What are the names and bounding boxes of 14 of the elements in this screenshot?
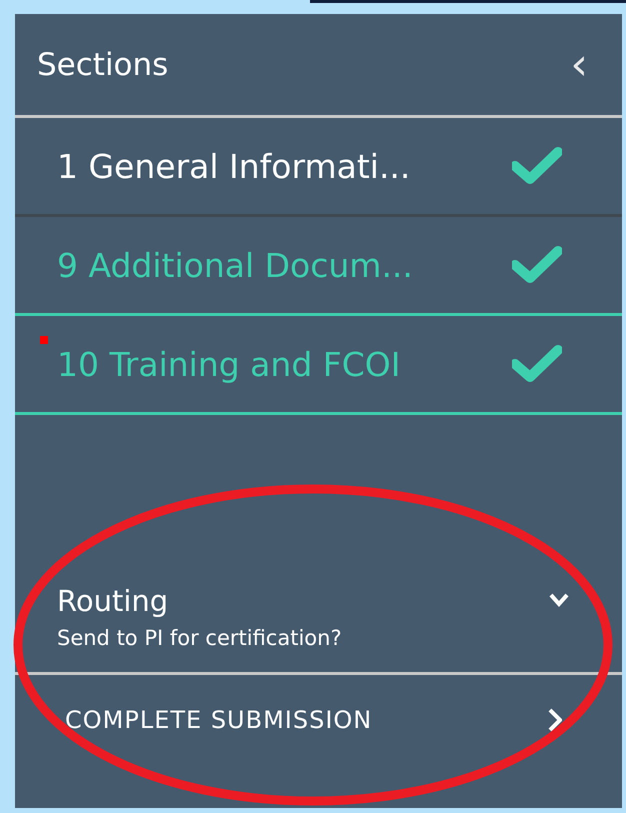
- routing-subtitle: Send to PI for certification?: [57, 626, 342, 650]
- section-label: 9 Additional Docum...: [57, 246, 414, 284]
- panel-title: Sections: [37, 46, 168, 82]
- routing-title: Routing: [57, 584, 170, 618]
- section-label: 1 General Informati...: [57, 146, 412, 186]
- section-item[interactable]: 10 Training and FCOI: [15, 316, 622, 415]
- section-label: 10 Training and FCOI: [57, 344, 402, 384]
- complete-submission-item[interactable]: COMPLETE SUBMISSION: [15, 675, 622, 765]
- section-item[interactable]: 1 General Informati...: [15, 118, 622, 217]
- routing-item[interactable]: Routing Send to PI for certification?: [15, 574, 622, 675]
- collapse-button[interactable]: ‹: [566, 42, 592, 86]
- section-item[interactable]: 9 Additional Docum...: [15, 217, 622, 316]
- complete-submission-label: COMPLETE SUBMISSION: [65, 706, 372, 734]
- chevron-right-icon: [548, 708, 562, 732]
